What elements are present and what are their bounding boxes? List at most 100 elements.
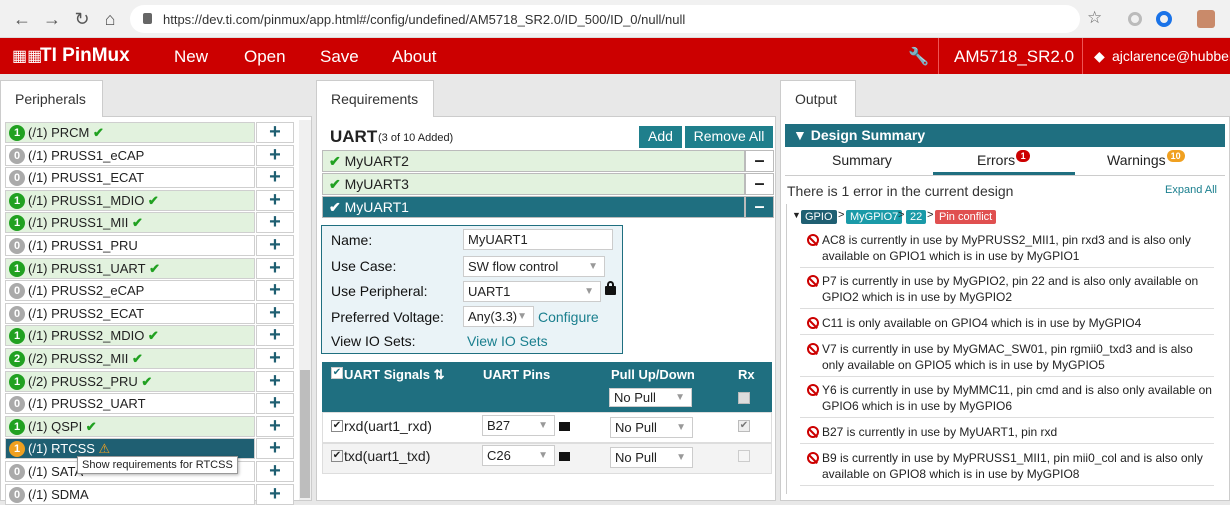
tab-output[interactable]: Output <box>780 80 856 117</box>
add-peripheral-button[interactable]: + <box>256 461 294 482</box>
error-message[interactable]: P7 is currently in use by MyGPIO2, pin 2… <box>822 273 1217 305</box>
apps-grid-icon[interactable]: ▦▦ <box>12 46 42 66</box>
menu-open[interactable]: Open <box>244 47 286 67</box>
add-peripheral-button[interactable]: + <box>256 258 294 279</box>
instance-row[interactable]: ✔ MyUART2 <box>322 150 745 172</box>
expand-all-link[interactable]: Expand All <box>1165 184 1217 196</box>
instance-row[interactable]: ✔ MyUART3 <box>322 173 745 195</box>
peripheral-row[interactable]: 0 (/1) PRUSS2_ECAT <box>5 303 255 324</box>
add-peripheral-button[interactable]: + <box>256 393 294 414</box>
peripheral-row[interactable]: 1 (/1) PRUSS1_MII ✔ <box>5 212 255 233</box>
home-icon[interactable]: ⌂ <box>100 9 120 29</box>
add-peripheral-button[interactable]: + <box>256 190 294 211</box>
add-peripheral-button[interactable]: + <box>256 371 294 392</box>
wrench-icon[interactable]: 🔧 <box>908 47 929 67</box>
menu-about[interactable]: About <box>392 47 436 67</box>
add-peripheral-button[interactable]: + <box>256 280 294 301</box>
remove-instance-button[interactable]: – <box>745 150 774 172</box>
remove-instance-button[interactable]: – <box>745 173 774 195</box>
tab-peripherals[interactable]: Peripherals <box>0 80 103 117</box>
peripheral-row[interactable]: 0 (/1) PRUSS1_ECAT <box>5 167 255 188</box>
crumb-mygpio7[interactable]: MyGPIO7 <box>846 210 903 224</box>
voltage-select[interactable]: Any(3.3) ▼ <box>463 306 534 327</box>
add-peripheral-button[interactable]: + <box>256 167 294 188</box>
design-summary-header[interactable]: ▼ Design Summary <box>785 124 1225 147</box>
peripheral-row[interactable]: 1 (/1) PRCM ✔ <box>5 122 255 143</box>
error-message[interactable]: Y6 is currently in use by MyMMC11, pin c… <box>822 382 1217 414</box>
menu-save[interactable]: Save <box>320 47 359 67</box>
tab-errors[interactable]: Errors 1 <box>977 150 1033 168</box>
crumb-conflict[interactable]: Pin conflict <box>935 210 997 224</box>
pin-select[interactable]: C26 ▼ <box>482 445 555 466</box>
menu-new[interactable]: New <box>174 47 208 67</box>
add-peripheral-button[interactable]: + <box>256 348 294 369</box>
error-message[interactable]: AC8 is currently in use by MyPRUSS2_MII1… <box>822 232 1217 264</box>
instance-row-selected[interactable]: ✔ MyUART1 <box>322 196 745 218</box>
peripheral-row[interactable]: 0 (/1) PRUSS2_eCAP <box>5 280 255 301</box>
back-icon[interactable]: ← <box>12 9 32 29</box>
pin-select[interactable]: B27 ▼ <box>482 415 555 436</box>
add-peripheral-button[interactable]: + <box>256 122 294 143</box>
device-name[interactable]: AM5718_SR2.0 <box>954 47 1074 67</box>
col-uart-signals[interactable]: UART Signals ⇅ <box>344 367 445 383</box>
add-peripheral-button[interactable]: + <box>256 438 294 459</box>
error-message[interactable]: C11 is only available on GPIO4 which is … <box>822 315 1217 331</box>
check-icon: ✔ <box>128 351 143 366</box>
tree-collapse-icon[interactable]: ▼ <box>792 210 801 220</box>
remove-instance-button[interactable]: – <box>745 196 774 218</box>
view-iosets-link[interactable]: View IO Sets <box>467 333 548 349</box>
peripheral-row[interactable]: 2 (/2) PRUSS2_MII ✔ <box>5 348 255 369</box>
add-peripheral-button[interactable]: + <box>256 303 294 324</box>
count-badge: 0 <box>9 170 25 186</box>
tab-summary[interactable]: Summary <box>832 152 892 168</box>
add-peripheral-button[interactable]: + <box>256 325 294 346</box>
peripheral-row[interactable]: 1 (/1) PRUSS1_MDIO ✔ <box>5 190 255 211</box>
tab-warnings[interactable]: Warnings 10 <box>1107 150 1188 168</box>
remove-all-button[interactable]: Remove All <box>685 126 773 148</box>
select-all-checkbox[interactable]: ✔ <box>331 367 343 379</box>
pull-all-select[interactable]: No Pull ▼ <box>609 388 692 407</box>
tab-requirements[interactable]: Requirements <box>316 80 434 117</box>
extension-icon-2[interactable] <box>1156 11 1172 27</box>
error-message[interactable]: V7 is currently in use by MyGMAC_SW01, p… <box>822 341 1217 373</box>
peripheral-row[interactable]: 1 (/1) PRUSS2_MDIO ✔ <box>5 325 255 346</box>
error-message[interactable]: B9 is currently in use by MyPRUSS1_MII1,… <box>822 450 1217 482</box>
peripheral-row[interactable]: 0 (/1) SDMA <box>5 484 255 505</box>
pull-select[interactable]: No Pull ▼ <box>610 447 693 468</box>
add-peripheral-button[interactable]: + <box>256 235 294 256</box>
add-peripheral-button[interactable]: + <box>256 212 294 233</box>
peripheral-row[interactable]: 0 (/1) PRUSS2_UART <box>5 393 255 414</box>
signal-checkbox[interactable]: ✔ <box>331 450 343 462</box>
peripheral-row[interactable]: 1 (/1) PRUSS1_UART ✔ <box>5 258 255 279</box>
crumb-gpio[interactable]: GPIO <box>801 210 837 224</box>
add-peripheral-button[interactable]: + <box>256 145 294 166</box>
profile-avatar[interactable] <box>1197 10 1215 28</box>
rx-checkbox[interactable] <box>738 450 750 462</box>
lock-icon[interactable] <box>559 422 570 431</box>
add-button[interactable]: Add <box>639 126 682 148</box>
bookmark-star-icon[interactable]: ☆ <box>1087 8 1102 28</box>
pull-select[interactable]: No Pull ▼ <box>610 417 693 438</box>
peripheral-row[interactable]: 0 (/1) PRUSS1_PRU <box>5 235 255 256</box>
peripheral-row[interactable]: 0 (/1) PRUSS1_eCAP <box>5 145 255 166</box>
add-peripheral-button[interactable]: + <box>256 416 294 437</box>
rx-all-checkbox[interactable] <box>738 392 750 404</box>
extension-icon[interactable] <box>1128 12 1142 26</box>
user-name[interactable]: ajclarence@hubbel <box>1112 48 1230 64</box>
name-input[interactable]: MyUART1 <box>463 229 613 250</box>
peripheral-row[interactable]: 1 (/1) QSPI ✔ <box>5 416 255 437</box>
signal-checkbox[interactable]: ✔ <box>331 420 343 432</box>
usecase-select[interactable]: SW flow control ▼ <box>463 256 605 277</box>
peripheral-row[interactable]: 1 (/2) PRUSS2_PRU ✔ <box>5 371 255 392</box>
crumb-pin[interactable]: 22 <box>906 210 927 224</box>
forward-icon[interactable]: → <box>42 9 62 29</box>
peripheral-select[interactable]: UART1 ▼ <box>463 281 601 302</box>
lock-icon[interactable] <box>559 452 570 461</box>
add-peripheral-button[interactable]: + <box>256 484 294 505</box>
count-badge: 1 <box>9 441 25 457</box>
reload-icon[interactable]: ↻ <box>72 9 92 29</box>
rx-checkbox[interactable]: ✔ <box>738 420 750 432</box>
error-message[interactable]: B27 is currently in use by MyUART1, pin … <box>822 424 1217 440</box>
scrollbar-thumb[interactable] <box>300 370 310 498</box>
configure-link[interactable]: Configure <box>538 309 599 325</box>
